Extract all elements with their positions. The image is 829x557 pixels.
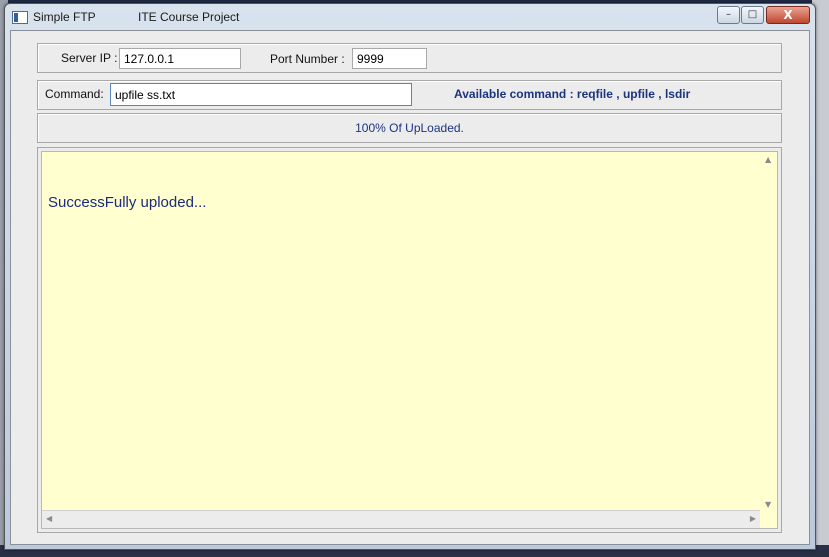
command-panel: Command: upfile ss.txt Available command… [37, 80, 782, 110]
scroll-left-icon[interactable]: ◀ [46, 514, 52, 523]
command-label: Command: [45, 87, 104, 101]
minimize-button[interactable]: – [717, 6, 740, 24]
window-subtitle: ITE Course Project [138, 10, 240, 24]
port-number-field[interactable]: 9999 [352, 48, 427, 69]
ftp-app-icon [12, 11, 28, 24]
scroll-right-icon[interactable]: ▶ [750, 514, 756, 523]
horizontal-scrollbar[interactable]: ◀ ▶ [42, 510, 760, 528]
title-bar[interactable]: Simple FTP ITE Course Project – □ X [5, 4, 815, 31]
scroll-down-icon[interactable]: ▼ [765, 500, 771, 509]
upload-status-text: 100% Of UpLoaded. [355, 121, 464, 135]
port-number-label: Port Number : [270, 52, 345, 66]
output-textarea[interactable]: SuccessFully uploded... ▲ ▼ ◀ ▶ [41, 151, 778, 529]
client-area: Server IP : 127.0.0.1 Port Number : 9999… [10, 30, 810, 545]
close-button[interactable]: X [766, 6, 810, 24]
command-input[interactable]: upfile ss.txt [110, 83, 412, 106]
server-ip-label: Server IP : [61, 51, 118, 65]
output-message: SuccessFully uploded... [48, 194, 207, 211]
available-commands-text: Available command : reqfile , upfile , l… [454, 87, 691, 101]
server-ip-field[interactable]: 127.0.0.1 [119, 48, 241, 69]
status-panel: 100% Of UpLoaded. [37, 113, 782, 143]
window-title: Simple FTP [33, 10, 96, 24]
output-frame: SuccessFully uploded... ▲ ▼ ◀ ▶ [37, 147, 782, 533]
scroll-up-icon[interactable]: ▲ [765, 155, 771, 164]
ftp-window: Simple FTP ITE Course Project – □ X Serv… [4, 3, 816, 550]
server-panel: Server IP : 127.0.0.1 Port Number : 9999 [37, 43, 782, 73]
vertical-scrollbar[interactable]: ▲ ▼ [760, 152, 777, 511]
maximize-button[interactable]: □ [741, 6, 764, 24]
